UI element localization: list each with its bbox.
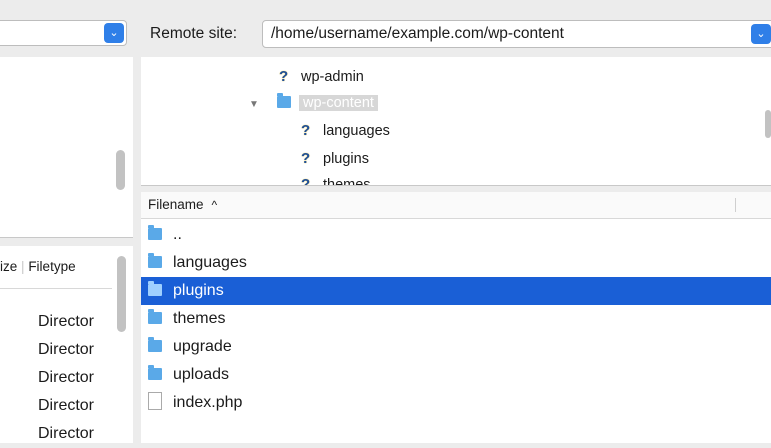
file-name: uploads [173,366,230,383]
local-row-type[interactable]: Director [38,392,118,420]
file-row-uploads[interactable]: uploads [141,361,771,389]
tree-node-wp-content[interactable]: wp-content [277,91,378,115]
chevron-down-icon[interactable]: ⌄ [751,24,771,44]
folder-icon [148,225,162,240]
remote-site-label: Remote site: [150,25,238,42]
question-icon: ? [301,122,311,139]
remote-tree-scrollbar[interactable] [765,110,771,138]
remote-path-text: /home/username/example.com/wp-content [271,25,564,42]
tree-node-themes[interactable]: ? themes [301,173,371,186]
local-row-type[interactable]: Director [38,308,118,336]
file-name: upgrade [173,338,232,355]
tree-node-plugins[interactable]: ? plugins [301,147,369,171]
tree-node-label: languages [323,123,390,139]
local-site-combo[interactable]: ⌄ [0,20,127,46]
folder-icon [148,309,162,324]
question-icon: ? [301,176,311,186]
question-icon: ? [301,150,311,167]
local-file-list[interactable]: ize | Filetype Director Director Directo… [0,246,134,443]
file-row-languages[interactable]: languages [141,249,771,277]
file-name: .. [173,226,182,243]
tree-node-label: themes [323,177,371,186]
local-tree-scrollbar[interactable] [116,150,125,190]
tree-node-label: plugins [323,151,369,167]
folder-icon [148,253,162,268]
file-name: languages [173,254,247,271]
file-row-themes[interactable]: themes [141,305,771,333]
folder-icon [148,281,162,296]
chevron-down-icon[interactable]: ⌄ [104,23,124,43]
remote-file-list[interactable]: Filename ^ .. languages plugins themes up… [141,192,771,443]
file-row-plugins[interactable]: plugins [141,277,771,305]
tree-node-label: wp-content [299,95,378,111]
pane-divider[interactable] [133,0,141,443]
column-filesize[interactable]: ize [0,259,17,274]
expand-triangle-icon[interactable]: ▼ [249,99,259,110]
column-separator[interactable] [735,198,736,212]
remote-site-input[interactable]: /home/username/example.com/wp-content ⌄ [262,20,771,48]
tree-node-label: wp-admin [301,69,364,85]
column-separator: | [21,259,25,274]
file-list-header: Filename ^ [141,192,771,219]
file-row-upgrade[interactable]: upgrade [141,333,771,361]
local-row-type[interactable]: Director [38,420,118,448]
sort-ascending-icon[interactable]: ^ [212,198,218,212]
local-list-header: ize | Filetype [0,246,112,289]
remote-directory-tree[interactable]: ? wp-admin ▼ wp-content ? languages ? plugi… [141,57,771,186]
column-filename[interactable]: Filename [148,197,204,212]
file-icon [148,392,162,410]
tree-node-languages[interactable]: ? languages [301,119,390,143]
tree-node-wp-admin[interactable]: ? wp-admin [279,65,364,89]
file-name: index.php [173,394,243,411]
local-list-scrollbar[interactable] [117,256,126,332]
folder-icon [277,93,291,108]
local-row-type[interactable]: Director [38,364,118,392]
folder-icon [148,365,162,380]
file-name: plugins [173,282,224,299]
file-name: themes [173,310,226,327]
file-row-parent[interactable]: .. [141,221,771,249]
question-icon: ? [279,68,289,85]
folder-icon [148,337,162,352]
local-row-type[interactable]: Director [38,336,118,364]
local-directory-tree[interactable] [0,57,134,238]
column-filetype[interactable]: Filetype [28,259,75,274]
file-row-index-php[interactable]: index.php [141,389,771,417]
